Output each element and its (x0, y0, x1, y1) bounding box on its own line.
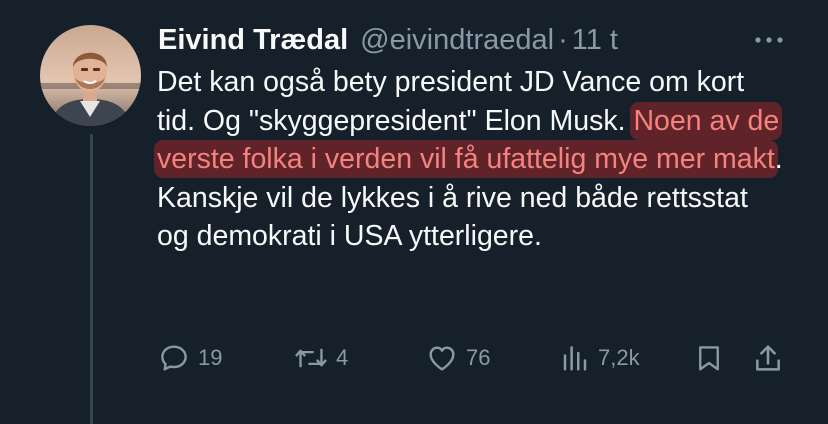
reply-button[interactable]: 19 (158, 340, 222, 376)
bookmark-icon (699, 346, 719, 371)
tweet-time[interactable]: 11 t (572, 24, 618, 57)
reply-count: 19 (198, 345, 223, 370)
tweet-text: Det kan også bety president JD Vance om … (157, 63, 787, 256)
thread-line (90, 134, 93, 424)
action-bar: 19 4 76 7,2k (158, 340, 788, 376)
reply-icon (161, 345, 187, 371)
repost-button[interactable]: 4 (294, 340, 348, 376)
more-icon (755, 37, 783, 43)
author-handle[interactable]: @eivindtraedal (360, 24, 554, 57)
views-button[interactable]: 7,2k (560, 340, 640, 376)
like-count: 76 (466, 345, 491, 370)
like-button[interactable]: 76 (426, 340, 490, 376)
repost-icon (295, 348, 327, 368)
share-icon (756, 345, 780, 371)
more-button[interactable] (752, 26, 786, 54)
views-count: 7,2k (598, 345, 640, 370)
like-icon (429, 346, 455, 371)
tweet-header: Eivind Trædal @eivindtraedal · 11 t (158, 20, 618, 60)
repost-count: 4 (336, 345, 349, 370)
separator-dot: · (558, 23, 568, 56)
bookmark-button[interactable] (694, 340, 724, 376)
author-name[interactable]: Eivind Trædal (158, 24, 348, 57)
share-button[interactable] (752, 340, 784, 376)
avatar[interactable] (40, 25, 141, 126)
views-icon (563, 346, 587, 371)
